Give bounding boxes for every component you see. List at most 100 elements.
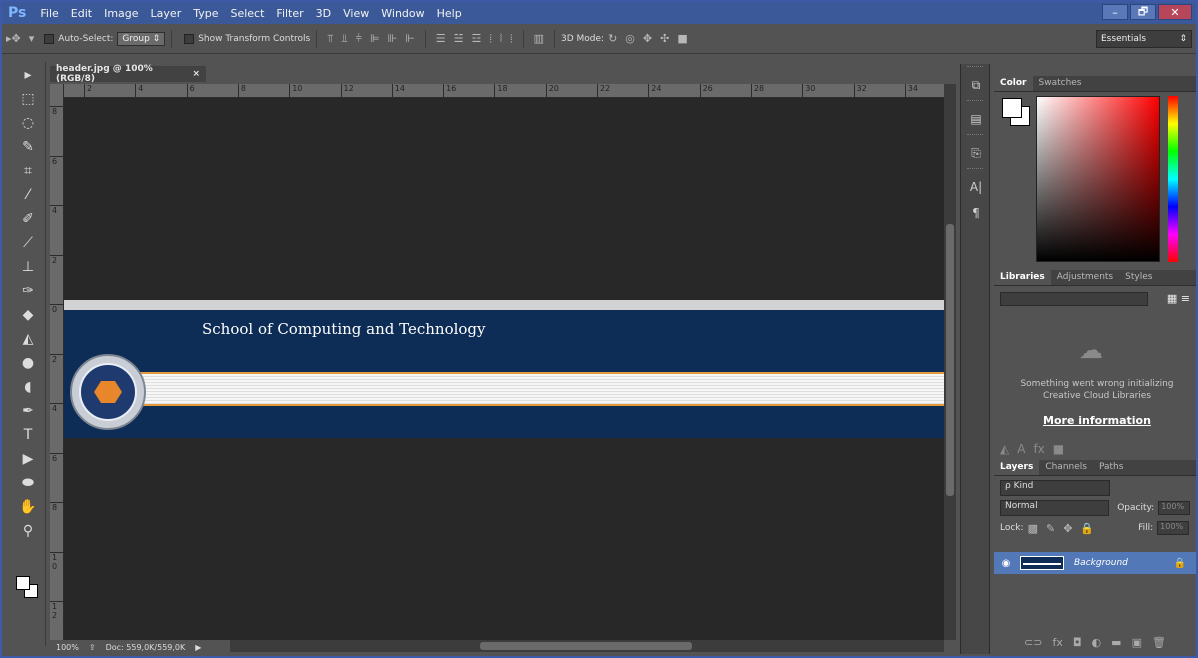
healing-brush-tool-icon[interactable]: ✐ <box>14 208 42 230</box>
panel-grip[interactable] <box>967 168 983 172</box>
hand-tool-icon[interactable]: ✋ <box>14 496 42 518</box>
ellipse-tool-icon[interactable]: ⬬ <box>14 472 42 494</box>
layer-kind-filter[interactable]: ρ Kind <box>1000 480 1110 496</box>
move-tool-icon[interactable]: ▸✥ <box>6 32 21 45</box>
horizontal-scrollbar[interactable] <box>228 640 944 652</box>
auto-select-option[interactable]: Auto-Select: Group ⇕ <box>44 31 166 46</box>
menu-window[interactable]: Window <box>375 7 430 20</box>
lock-all-icon[interactable]: 🔒 <box>1080 522 1094 535</box>
close-icon[interactable]: × <box>192 69 200 79</box>
tab-swatches[interactable]: Swatches <box>1033 76 1088 91</box>
zoom-tool-icon[interactable]: ⚲ <box>14 520 42 542</box>
tab-color[interactable]: Color <box>994 76 1033 91</box>
character-panel-icon[interactable]: A| <box>965 176 987 198</box>
color-picker-field[interactable] <box>1036 96 1160 262</box>
more-information-link[interactable]: More information <box>1004 414 1190 427</box>
opacity-field[interactable]: 100% <box>1158 501 1190 515</box>
link-layers-icon[interactable]: ⊂⊃ <box>1024 636 1042 652</box>
add-character-style-icon[interactable]: A <box>1017 442 1025 456</box>
tab-styles[interactable]: Styles <box>1119 270 1158 285</box>
add-graphic-icon[interactable]: ◭ <box>1000 442 1009 456</box>
type-tool-icon[interactable]: T <box>14 424 42 446</box>
tab-layers[interactable]: Layers <box>994 460 1040 475</box>
vertical-ruler[interactable]: 8 6 4 2 0 2 4 6 8 1 0 1 2 <box>50 84 64 640</box>
menu-layer[interactable]: Layer <box>145 7 188 20</box>
library-select[interactable] <box>1000 292 1148 306</box>
visibility-eye-icon[interactable]: ◉ <box>998 558 1014 569</box>
lock-position-icon[interactable]: ✥ <box>1063 522 1072 535</box>
layer-style-icon[interactable]: fx <box>1052 636 1062 652</box>
paragraph-panel-icon[interactable]: ¶ <box>965 202 987 224</box>
add-layer-style-icon[interactable]: fx <box>1033 442 1044 456</box>
tab-libraries[interactable]: Libraries <box>994 270 1051 285</box>
align-vcenter-icon[interactable]: ⫫ <box>341 32 347 46</box>
horizontal-scroll-thumb[interactable] <box>480 642 692 650</box>
new-group-icon[interactable]: ▬ <box>1111 636 1121 652</box>
auto-select-dropdown[interactable]: Group ⇕ <box>117 31 166 46</box>
clone-stamp-tool-icon[interactable]: ⊥ <box>14 256 42 278</box>
lock-image-icon[interactable]: ✎ <box>1046 522 1055 535</box>
horizontal-ruler[interactable]: 2 4 6 8 10 12 14 16 18 20 22 24 26 28 30 32 34 <box>64 84 944 98</box>
menu-edit[interactable]: Edit <box>65 7 98 20</box>
align-top-icon[interactable]: ⫪ <box>327 32 333 46</box>
paint-bucket-tool-icon[interactable]: ◭ <box>14 328 42 350</box>
path-select-tool-icon[interactable]: ▶ <box>14 448 42 470</box>
menu-3d[interactable]: 3D <box>310 7 337 20</box>
align-right-icon[interactable]: ⊩ <box>405 32 415 45</box>
menu-image[interactable]: Image <box>98 7 144 20</box>
panel-grip[interactable] <box>967 134 983 138</box>
auto-select-checkbox[interactable] <box>44 33 55 44</box>
menu-select[interactable]: Select <box>224 7 270 20</box>
new-layer-icon[interactable]: ▣ <box>1132 636 1142 652</box>
align-bottom-icon[interactable]: ⫩ <box>356 32 362 46</box>
minimize-button[interactable]: – <box>1102 4 1128 20</box>
adjustment-layer-icon[interactable]: ◐ <box>1092 636 1102 652</box>
3d-rotate-icon[interactable]: ↻ <box>608 32 617 45</box>
brush-tool-icon[interactable]: ⟋ <box>14 232 42 254</box>
align-left-icon[interactable]: ⊫ <box>370 32 380 45</box>
brush-presets-panel-icon[interactable]: ⎘ <box>965 142 987 164</box>
canvas[interactable]: School of Computing and Technology <box>64 98 944 640</box>
pen-tool-icon[interactable]: ✒ <box>14 400 42 422</box>
3d-slide-icon[interactable]: ✣ <box>660 32 669 45</box>
delete-layer-icon[interactable]: 🗑 <box>1152 636 1166 652</box>
menu-type[interactable]: Type <box>187 7 224 20</box>
align-hcenter-icon[interactable]: ⊪ <box>388 32 398 45</box>
show-transform-checkbox[interactable] <box>184 33 195 44</box>
panel-grip[interactable] <box>967 66 983 70</box>
marquee-tool-icon[interactable]: ⬚ <box>14 88 42 110</box>
distribute-hcenter-icon[interactable]: ⦚ <box>500 32 502 46</box>
lasso-tool-icon[interactable]: ◌ <box>14 112 42 134</box>
foreground-color-swatch[interactable] <box>16 576 30 590</box>
document-tab[interactable]: header.jpg @ 100% (RGB/8) × <box>50 64 206 84</box>
vertical-scroll-thumb[interactable] <box>946 224 954 496</box>
crop-tool-icon[interactable]: ⌗ <box>14 160 42 182</box>
dodge-tool-icon[interactable]: ◖ <box>14 376 42 398</box>
restore-button[interactable]: 🗗 <box>1130 4 1156 20</box>
quick-select-tool-icon[interactable]: ✎ <box>14 136 42 158</box>
tab-paths[interactable]: Paths <box>1093 460 1129 475</box>
history-brush-tool-icon[interactable]: ✑ <box>14 280 42 302</box>
menu-filter[interactable]: Filter <box>270 7 309 20</box>
eraser-tool-icon[interactable]: ◆ <box>14 304 42 326</box>
fill-field[interactable]: 100% <box>1157 521 1190 535</box>
view-toggle-icons[interactable]: ▦ ≡ <box>1167 292 1190 305</box>
distribute-left-icon[interactable]: ⦙ <box>489 32 491 46</box>
eyedropper-tool-icon[interactable]: ⁄ <box>14 184 42 206</box>
zoom-level[interactable]: 100% <box>56 643 79 652</box>
add-color-icon[interactable]: ■ <box>1053 442 1064 456</box>
menu-view[interactable]: View <box>337 7 375 20</box>
distribute-vcenter-icon[interactable]: ☱ <box>454 32 464 45</box>
tab-channels[interactable]: Channels <box>1039 460 1093 475</box>
auto-align-icon[interactable]: ▥ <box>534 32 544 45</box>
lock-transparent-icon[interactable]: ▩ <box>1028 522 1038 535</box>
workspace-switcher[interactable]: Essentials ⇕ <box>1096 30 1192 48</box>
status-menu-arrow-icon[interactable]: ▶ <box>195 643 201 652</box>
menu-file[interactable]: File <box>34 7 64 20</box>
distribute-bottom-icon[interactable]: ☲ <box>471 32 481 45</box>
show-transform-option[interactable]: Show Transform Controls <box>184 33 310 44</box>
3d-drag-icon[interactable]: ✥ <box>643 32 652 45</box>
distribute-top-icon[interactable]: ☰ <box>436 32 446 45</box>
tool-preset-dropdown-icon[interactable]: ▾ <box>29 32 35 45</box>
blend-mode-select[interactable]: Normal <box>1000 500 1110 516</box>
